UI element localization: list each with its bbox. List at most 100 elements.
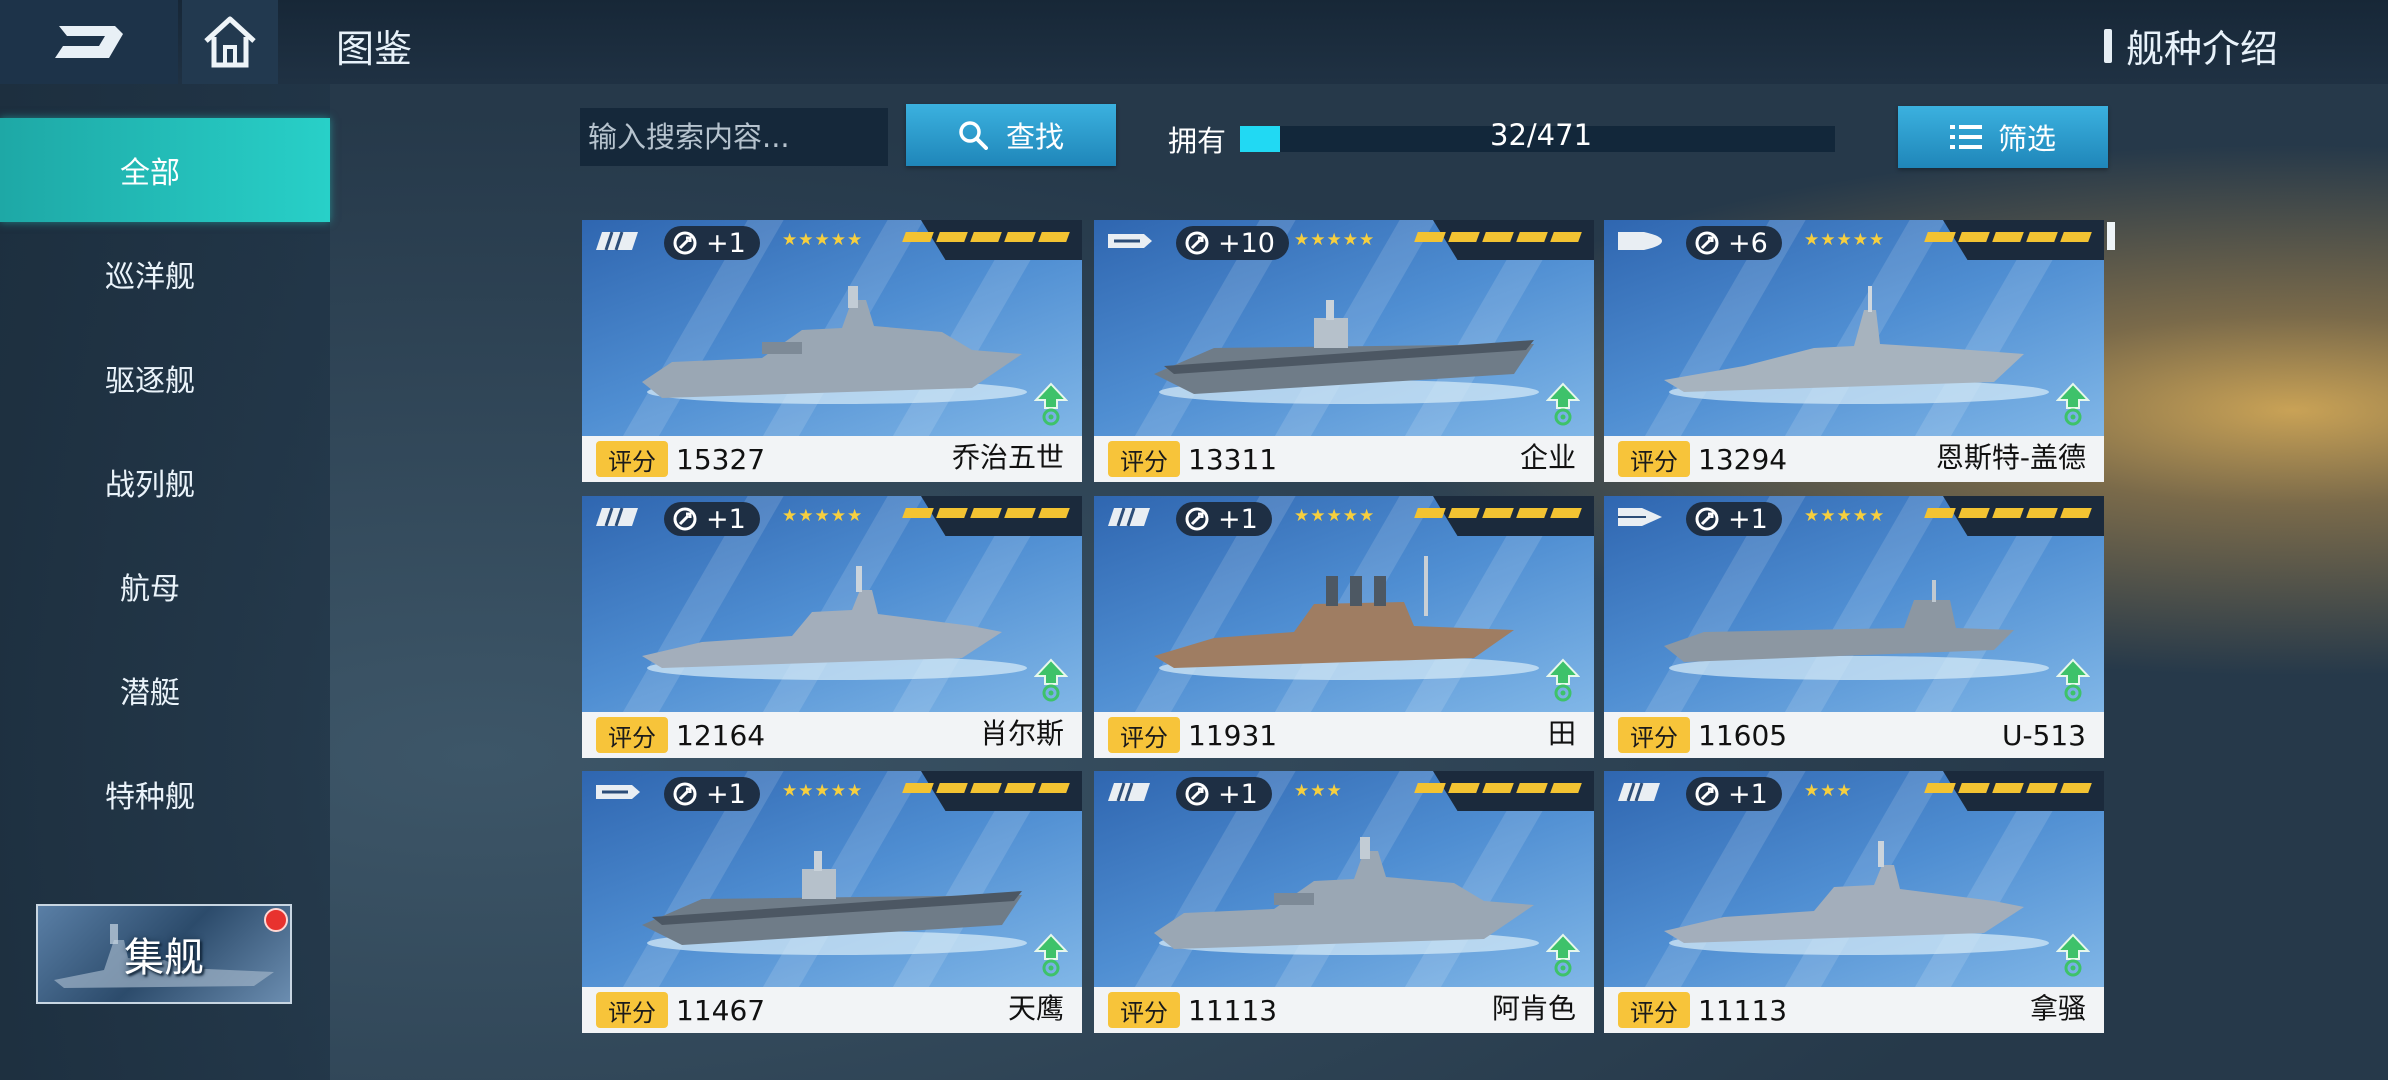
- ship-name: 恩斯特-盖德: [1935, 441, 2086, 474]
- sidebar-item-label: 特种舰: [105, 780, 195, 815]
- search-input[interactable]: [580, 108, 888, 166]
- ship-card[interactable]: +1 ★★★★★ 评分 11931 田: [1094, 496, 1594, 758]
- ship-image: [1664, 841, 2049, 955]
- filter-button[interactable]: 筛选: [1898, 106, 2108, 168]
- ship-card[interactable]: +6 ★★★★★ 评分 13294 恩斯特-盖德: [1604, 220, 2104, 482]
- upgrade-arrow-icon: [1546, 933, 1580, 977]
- top-bar: 图鉴 舰种介绍: [0, 0, 2388, 84]
- ship-image: [642, 566, 1027, 680]
- notification-dot: [264, 908, 288, 932]
- upgrade-arrow-icon: [1546, 658, 1580, 702]
- level-text: +1: [1728, 778, 1768, 810]
- logo-icon: [55, 26, 123, 58]
- ship-card[interactable]: +1 ★★★ 评分 11113 阿肯色: [1094, 771, 1594, 1033]
- upgrade-arrow-icon: [2056, 382, 2090, 426]
- level-text: +1: [1218, 778, 1258, 810]
- upgrade-arrow-icon: [1546, 382, 1580, 426]
- rarity-bars: [1414, 232, 1582, 242]
- ship-card[interactable]: +1 ★★★★★ 评分 15327 乔治五世: [582, 220, 1082, 482]
- ship-name: U-513: [2001, 719, 2086, 752]
- star-rating: ★★★★★: [782, 781, 864, 801]
- collection-progress-text: 32/471: [1490, 118, 1593, 152]
- ship-name: 拿骚: [2029, 992, 2086, 1025]
- level-badge: +1: [664, 502, 760, 536]
- search-button[interactable]: 查找: [906, 104, 1116, 166]
- ship-card[interactable]: +1 ★★★★★ 评分 11467 天鹰: [582, 771, 1082, 1033]
- ship-image: [1664, 580, 2049, 680]
- level-badge: +1: [1686, 502, 1782, 536]
- ship-card[interactable]: +10 ★★★★★ 评分 13311 企业: [1094, 220, 1594, 482]
- level-badge: +1: [664, 777, 760, 811]
- score-badge: 评分: [596, 992, 668, 1028]
- level-badge: +1: [1176, 502, 1272, 536]
- cruiser-icon: [1108, 507, 1150, 527]
- ship-image: [642, 286, 1027, 404]
- sidebar-item-all[interactable]: 全部: [0, 118, 330, 222]
- sidebar-item-destroyer[interactable]: 驱逐舰: [0, 326, 330, 430]
- cruiser-icon: [596, 231, 638, 251]
- collection-progress-fill: [1240, 126, 1281, 152]
- sidebar-item-label: 全部: [120, 156, 180, 191]
- score-value: 12164: [676, 718, 766, 752]
- sidebar-item-cruiser[interactable]: 巡洋舰: [0, 222, 330, 326]
- star-rating: ★★★: [1804, 781, 1853, 801]
- level-text: +1: [706, 227, 746, 259]
- sidebar-item-submarine[interactable]: 潜艇: [0, 638, 330, 742]
- score-badge: 评分: [1108, 717, 1180, 753]
- wrench-icon: [1185, 231, 1209, 255]
- wrench-icon: [1185, 782, 1209, 806]
- search-icon: [959, 121, 988, 150]
- rarity-bars: [1924, 783, 2092, 793]
- star-rating: ★★★★★: [782, 230, 864, 250]
- sidebar-item-label: 潜艇: [120, 676, 180, 711]
- ship-name: 乔治五世: [951, 441, 1064, 474]
- rarity-bars: [902, 508, 1070, 518]
- ship-type-intro-label: 舰种介绍: [2125, 27, 2278, 71]
- list-filter-icon: [1949, 125, 1982, 149]
- battleship-icon: [1618, 782, 1660, 802]
- level-badge: +1: [1686, 777, 1782, 811]
- ship-image: [1664, 286, 2049, 404]
- game-logo[interactable]: [0, 0, 178, 84]
- sidebar-item-label: 巡洋舰: [105, 260, 195, 295]
- ship-type-intro-button[interactable]: 舰种介绍: [2103, 18, 2278, 73]
- score-badge: 评分: [1618, 992, 1690, 1028]
- level-badge: +1: [664, 226, 760, 260]
- wrench-icon: [1695, 782, 1719, 806]
- rarity-bars: [1414, 783, 1582, 793]
- sidebar-item-label: 航母: [120, 572, 180, 607]
- scrollbar-thumb[interactable]: [2107, 222, 2115, 250]
- star-rating: ★★★★★: [1294, 506, 1376, 526]
- score-value: 13311: [1188, 442, 1278, 476]
- ship-card[interactable]: +1 ★★★ 评分 11113 拿骚: [1604, 771, 2104, 1033]
- home-icon: [204, 16, 256, 68]
- fleet-label: 集舰: [124, 935, 204, 981]
- level-text: +1: [706, 778, 746, 810]
- sidebar-item-battleship[interactable]: 战列舰: [0, 430, 330, 534]
- ship-card[interactable]: +1 ★★★★★ 评分 12164 肖尔斯: [582, 496, 1082, 758]
- level-badge: +6: [1686, 226, 1782, 260]
- fleet-collection-button[interactable]: 集舰: [36, 904, 292, 1004]
- sidebar-item-label: 驱逐舰: [105, 364, 195, 399]
- score-badge: 评分: [1618, 441, 1690, 477]
- score-value: 11467: [676, 993, 766, 1027]
- wrench-icon: [673, 782, 697, 806]
- score-badge: 评分: [596, 717, 668, 753]
- sidebar-item-carrier[interactable]: 航母: [0, 534, 330, 638]
- level-text: +6: [1728, 227, 1768, 259]
- score-value: 15327: [676, 442, 766, 476]
- ship-card[interactable]: +1 ★★★★★ 评分 11605 U-513: [1604, 496, 2104, 758]
- ship-name: 企业: [1519, 441, 1576, 474]
- upgrade-arrow-icon: [2056, 658, 2090, 702]
- score-value: 11113: [1698, 993, 1788, 1027]
- rarity-bars: [1414, 508, 1582, 518]
- level-badge: +10: [1176, 226, 1289, 260]
- ship-image: [1154, 556, 1539, 680]
- star-rating: ★★★★★: [1804, 506, 1886, 526]
- ship-image: [1154, 300, 1539, 404]
- score-value: 11605: [1698, 718, 1788, 752]
- home-button[interactable]: [182, 0, 278, 84]
- rarity-bars: [902, 783, 1070, 793]
- rarity-bars: [902, 232, 1070, 242]
- sidebar-item-special[interactable]: 特种舰: [0, 742, 330, 846]
